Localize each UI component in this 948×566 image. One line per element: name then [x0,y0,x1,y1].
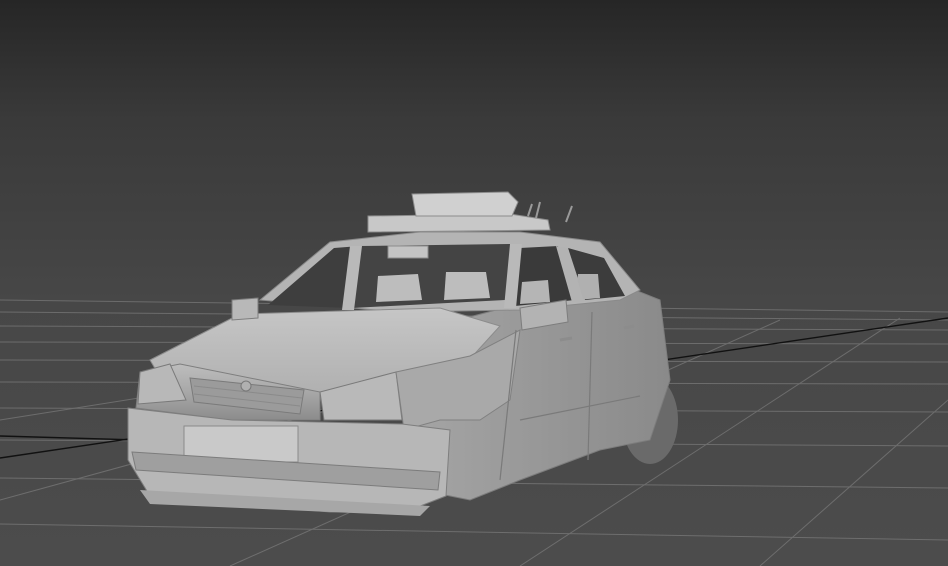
3d-viewport[interactable] [0,0,948,566]
viewport-canvas[interactable] [0,0,948,566]
car-model[interactable] [127,191,678,516]
